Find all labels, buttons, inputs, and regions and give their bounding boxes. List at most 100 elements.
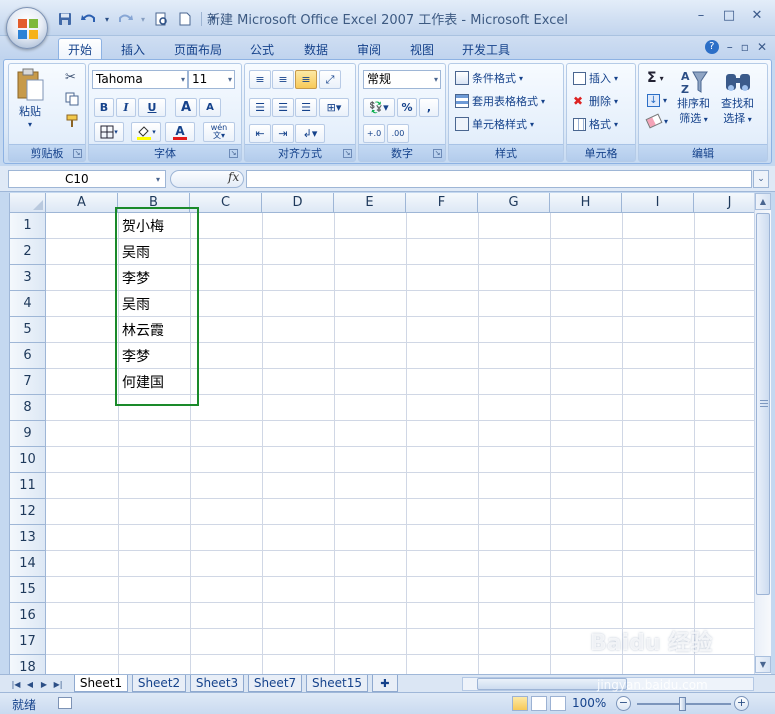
row-header-13[interactable]: 13 — [10, 525, 46, 551]
decrease-indent-button[interactable]: ⇤ — [249, 124, 271, 143]
align-bottom-button[interactable]: ≡ — [295, 70, 317, 89]
workbook-close-icon[interactable]: ✕ — [757, 40, 767, 54]
font-size-combo[interactable]: 11 ▾ — [188, 70, 235, 89]
last-sheet-icon[interactable]: ▶| — [52, 677, 64, 691]
workbook-restore-icon[interactable]: ▫ — [741, 40, 749, 54]
align-top-button[interactable]: ≡ — [249, 70, 271, 89]
align-right-button[interactable]: ☰ — [295, 98, 317, 117]
row-header-7[interactable]: 7 — [10, 369, 46, 395]
row-header-9[interactable]: 9 — [10, 421, 46, 447]
sheet-tab-sheet2[interactable]: Sheet2 — [132, 675, 186, 692]
clipboard-launcher-icon[interactable]: ↘ — [73, 149, 82, 158]
increase-indent-button[interactable]: ⇥ — [272, 124, 294, 143]
tab-developer[interactable]: 开发工具 — [453, 38, 519, 60]
zoom-slider-knob[interactable] — [679, 697, 686, 711]
column-header-g[interactable]: G — [478, 193, 550, 213]
zoom-level[interactable]: 100% — [572, 696, 606, 710]
merge-center-button[interactable]: ⊞▾ — [319, 98, 349, 117]
expand-formula-bar-icon[interactable]: ⌄ — [753, 170, 769, 188]
number-launcher-icon[interactable]: ↘ — [433, 149, 442, 158]
fill-color-button[interactable]: ▾ — [131, 122, 161, 142]
page-layout-view-icon[interactable] — [531, 696, 547, 711]
next-sheet-icon[interactable]: ▶ — [38, 677, 50, 691]
tab-formulas[interactable]: 公式 — [241, 38, 283, 60]
row-header-17[interactable]: 17 — [10, 629, 46, 655]
row-header-3[interactable]: 3 — [10, 265, 46, 291]
tab-page-layout[interactable]: 页面布局 — [166, 38, 230, 60]
sheet-tab-sheet7[interactable]: Sheet7 — [248, 675, 302, 692]
find-select-button[interactable]: 查找和 选择 ▾ — [721, 68, 754, 127]
column-header-j[interactable]: J — [694, 193, 754, 213]
bold-button[interactable]: B — [94, 98, 114, 117]
align-left-button[interactable]: ☰ — [249, 98, 271, 117]
sheet-tab-sheet1[interactable]: Sheet1 — [74, 675, 128, 692]
shrink-font-button[interactable]: A — [199, 98, 221, 117]
zoom-in-icon[interactable]: + — [734, 696, 749, 711]
zoom-out-icon[interactable]: − — [616, 696, 631, 711]
alignment-launcher-icon[interactable]: ↘ — [343, 149, 352, 158]
sort-filter-button[interactable]: A Z 排序和 筛选 ▾ — [677, 68, 710, 127]
tab-view[interactable]: 视图 — [401, 38, 443, 60]
paste-button[interactable]: 粘贴 ▾ — [15, 68, 45, 129]
row-header-8[interactable]: 8 — [10, 395, 46, 421]
name-box-dropdown-icon[interactable]: ▾ — [150, 170, 166, 188]
grow-font-button[interactable]: A — [175, 98, 197, 117]
format-as-table-button[interactable]: 套用表格格式 ▾ — [455, 93, 545, 109]
sheet-tab-sheet15[interactable]: Sheet15 — [306, 675, 368, 692]
insert-cells-button[interactable]: 插入 ▾ — [573, 70, 618, 86]
page-break-view-icon[interactable] — [550, 696, 566, 711]
conditional-formatting-button[interactable]: 条件格式 ▾ — [455, 70, 523, 86]
name-box[interactable]: C10 — [8, 170, 166, 188]
tab-review[interactable]: 审阅 — [348, 38, 390, 60]
borders-button[interactable]: ▾ — [94, 122, 124, 142]
vertical-scrollbar[interactable]: ▲ ▼ — [754, 193, 771, 674]
scroll-down-icon[interactable]: ▼ — [755, 656, 771, 673]
insert-function-icon[interactable]: fx — [228, 170, 239, 184]
row-header-14[interactable]: 14 — [10, 551, 46, 577]
column-header-e[interactable]: E — [334, 193, 406, 213]
format-cells-button[interactable]: 格式 ▾ — [573, 116, 618, 132]
column-header-f[interactable]: F — [406, 193, 478, 213]
column-header-h[interactable]: H — [550, 193, 622, 213]
select-all-button[interactable] — [10, 193, 46, 213]
orientation-button[interactable]: ⤢ — [319, 70, 341, 89]
comma-button[interactable]: , — [419, 98, 439, 117]
prev-sheet-icon[interactable]: ◀ — [24, 677, 36, 691]
tab-data[interactable]: 数据 — [295, 38, 337, 60]
row-header-11[interactable]: 11 — [10, 473, 46, 499]
worksheet-grid[interactable]: A B C D E F G H I J 1 2 3 4 5 6 7 8 9 10… — [9, 193, 754, 674]
percent-button[interactable]: % — [397, 98, 417, 117]
font-name-combo[interactable]: Tahoma ▾ — [92, 70, 188, 89]
column-header-i[interactable]: I — [622, 193, 694, 213]
number-format-combo[interactable]: 常规 ▾ — [363, 70, 441, 89]
font-launcher-icon[interactable]: ↘ — [229, 149, 238, 158]
maximize-icon[interactable]: □ — [715, 4, 743, 26]
row-header-10[interactable]: 10 — [10, 447, 46, 473]
insert-sheet-icon[interactable]: ✚ — [372, 675, 398, 692]
normal-view-icon[interactable] — [512, 696, 528, 711]
italic-button[interactable]: I — [116, 98, 136, 117]
delete-cells-button[interactable]: ✖ 删除 ▾ — [573, 93, 618, 109]
format-painter-icon[interactable] — [65, 114, 79, 128]
row-header-16[interactable]: 16 — [10, 603, 46, 629]
row-header-6[interactable]: 6 — [10, 343, 46, 369]
align-middle-button[interactable]: ≡ — [272, 70, 294, 89]
minimize-icon[interactable]: – — [687, 4, 715, 26]
help-icon[interactable]: ? — [704, 40, 719, 54]
cut-icon[interactable]: ✂ — [65, 70, 76, 85]
decrease-decimal-button[interactable]: .00 — [387, 124, 409, 143]
row-header-5[interactable]: 5 — [10, 317, 46, 343]
cell-styles-button[interactable]: 单元格样式 ▾ — [455, 116, 534, 132]
column-header-c[interactable]: C — [190, 193, 262, 213]
fill-button[interactable]: ↓ ▾ — [647, 94, 667, 107]
align-center-button[interactable]: ☰ — [272, 98, 294, 117]
row-header-15[interactable]: 15 — [10, 577, 46, 603]
phonetic-button[interactable]: wén 文▾ — [203, 122, 235, 142]
close-icon[interactable]: ✕ — [743, 4, 771, 26]
tab-insert[interactable]: 插入 — [112, 38, 154, 60]
sheet-tab-sheet3[interactable]: Sheet3 — [190, 675, 244, 692]
currency-button[interactable]: 💱▾ — [363, 98, 395, 117]
column-header-a[interactable]: A — [46, 193, 118, 213]
row-header-12[interactable]: 12 — [10, 499, 46, 525]
increase-decimal-button[interactable]: +.0 — [363, 124, 385, 143]
